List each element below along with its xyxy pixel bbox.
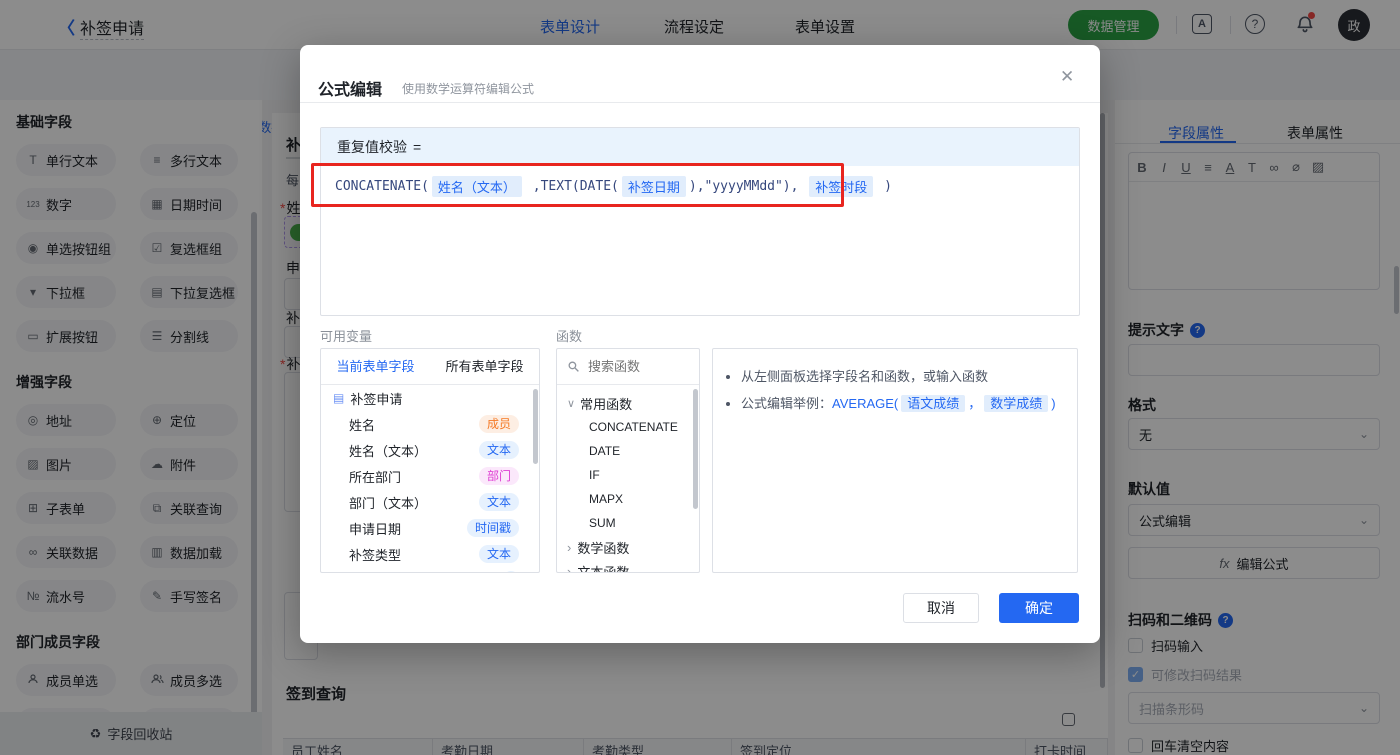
search-icon <box>567 360 580 373</box>
function-item[interactable]: DATE <box>567 439 699 463</box>
formula-field-pill[interactable]: 补签时段 <box>809 176 874 197</box>
formula-field-pill[interactable]: 补签日期 <box>621 176 686 197</box>
variable-item[interactable]: 姓名 成员 <box>321 411 539 437</box>
variables-scrollbar[interactable] <box>533 389 538 464</box>
function-group-math[interactable]: 数学函数 <box>567 535 699 559</box>
group-label: 数学函数 <box>577 540 630 556</box>
example-comma: ， <box>968 396 982 411</box>
function-item[interactable]: CONCATENATE <box>567 415 699 439</box>
variable-name: 姓名 <box>349 417 376 433</box>
example-function: AVERAGE( <box>832 396 899 411</box>
type-badge: 时间戳 <box>466 519 519 537</box>
variables-tabs: 当前表单字段 所有表单字段 <box>321 349 539 385</box>
help-line-2: 公式编辑举例：AVERAGE(语文成绩，数学成绩) <box>741 390 1077 417</box>
tab-current-form-fields[interactable]: 当前表单字段 <box>321 349 430 384</box>
type-badge: 部门 <box>478 467 519 485</box>
function-item[interactable]: IF <box>567 463 699 487</box>
cancel-button[interactable]: 取消 <box>903 593 979 623</box>
functions-panel: 常用函数 CONCATENATE DATE IF MAPX SUM 数学函数 文… <box>556 348 700 573</box>
type-badge: 文本 <box>478 493 519 511</box>
modal-title: 公式编辑 <box>318 82 383 99</box>
confirm-button[interactable]: 确定 <box>999 593 1079 623</box>
close-icon[interactable]: ✕ <box>1060 67 1074 87</box>
function-item[interactable]: SUM <box>567 511 699 535</box>
app-screen: 〈 补签申请 表单设计 流程设定 表单设置 数据管理 A ? 政 ⊘ 表单外链 … <box>0 0 1400 755</box>
formula-text: ),"yyyyMMdd"), <box>688 179 807 194</box>
variable-item[interactable]: 部门（文本） 文本 <box>321 489 539 515</box>
formula-target-bar: 重复值校验 = <box>321 128 1079 166</box>
formula-content[interactable]: CONCATENATE( 姓名（文本） ,TEXT(DATE( 补签日期 ),"… <box>321 166 1079 207</box>
help-line-1: 从左侧面板选择字段名和函数，或输入函数 <box>741 363 1077 390</box>
variable-item[interactable]: 申请日期 时间戳 <box>321 515 539 541</box>
type-badge: 成员 <box>478 415 519 433</box>
functions-scrollbar[interactable] <box>693 389 698 509</box>
function-group-common[interactable]: 常用函数 <box>567 391 699 415</box>
formula-target-label: 重复值校验 <box>337 139 407 155</box>
variable-item[interactable]: 补签类型 文本 <box>321 541 539 567</box>
formula-text: CONCATENATE( <box>335 179 429 194</box>
search-input[interactable] <box>586 358 680 375</box>
variable-item[interactable]: 姓名（文本） 文本 <box>321 437 539 463</box>
group-label: 常用函数 <box>580 396 633 412</box>
function-group-text[interactable]: 文本函数 <box>567 559 699 573</box>
variable-name: 部门（文本） <box>349 495 428 511</box>
example-close-paren: ) <box>1051 396 1056 411</box>
variables-panel: 当前表单字段 所有表单字段 ▤ 补签申请 姓名 成员 姓名（文本） 文本 所在部… <box>320 348 540 573</box>
functions-label: 函数 <box>556 329 583 344</box>
example-label: 公式编辑举例： <box>741 396 833 411</box>
formula-field-pill[interactable]: 姓名（文本） <box>431 176 522 197</box>
variable-name: 申请日期 <box>349 521 402 537</box>
variable-item[interactable]: 所在部门 部门 <box>321 463 539 489</box>
type-badge: 文本 <box>478 441 519 459</box>
example-pill: 语文成绩 <box>901 395 966 412</box>
formula-text: ,TEXT(DATE( <box>524 179 619 194</box>
example-pill: 数学成绩 <box>984 395 1049 412</box>
variable-item-clipped[interactable] <box>321 567 539 572</box>
formula-text: ) <box>876 179 892 194</box>
function-item[interactable]: MAPX <box>567 487 699 511</box>
variable-name: 姓名（文本） <box>349 443 428 459</box>
type-badge: 文本 <box>478 545 519 563</box>
equals-sign: = <box>413 139 422 155</box>
formula-editor[interactable]: 重复值校验 = CONCATENATE( 姓名（文本） ,TEXT(DATE( … <box>320 127 1080 316</box>
help-panel: 从左侧面板选择字段名和函数，或输入函数 公式编辑举例：AVERAGE(语文成绩，… <box>712 348 1078 573</box>
variable-form-node[interactable]: ▤ 补签申请 <box>321 385 539 411</box>
form-node-name: 补签申请 <box>350 391 403 407</box>
group-label: 文本函数 <box>577 564 630 573</box>
type-badge <box>503 571 519 572</box>
function-search[interactable] <box>557 349 699 385</box>
tab-all-form-fields[interactable]: 所有表单字段 <box>430 349 539 384</box>
variable-name: 补签类型 <box>349 547 402 563</box>
modal-subtitle: 使用数学运算符编辑公式 <box>402 82 535 96</box>
modal-header-divider <box>300 102 1100 103</box>
variables-label: 可用变量 <box>320 329 373 344</box>
variable-name: 所在部门 <box>349 469 402 485</box>
formula-edit-modal: 公式编辑 使用数学运算符编辑公式 ✕ 重复值校验 = CONCATENATE( … <box>300 45 1100 643</box>
form-doc-icon: ▤ <box>333 391 345 405</box>
